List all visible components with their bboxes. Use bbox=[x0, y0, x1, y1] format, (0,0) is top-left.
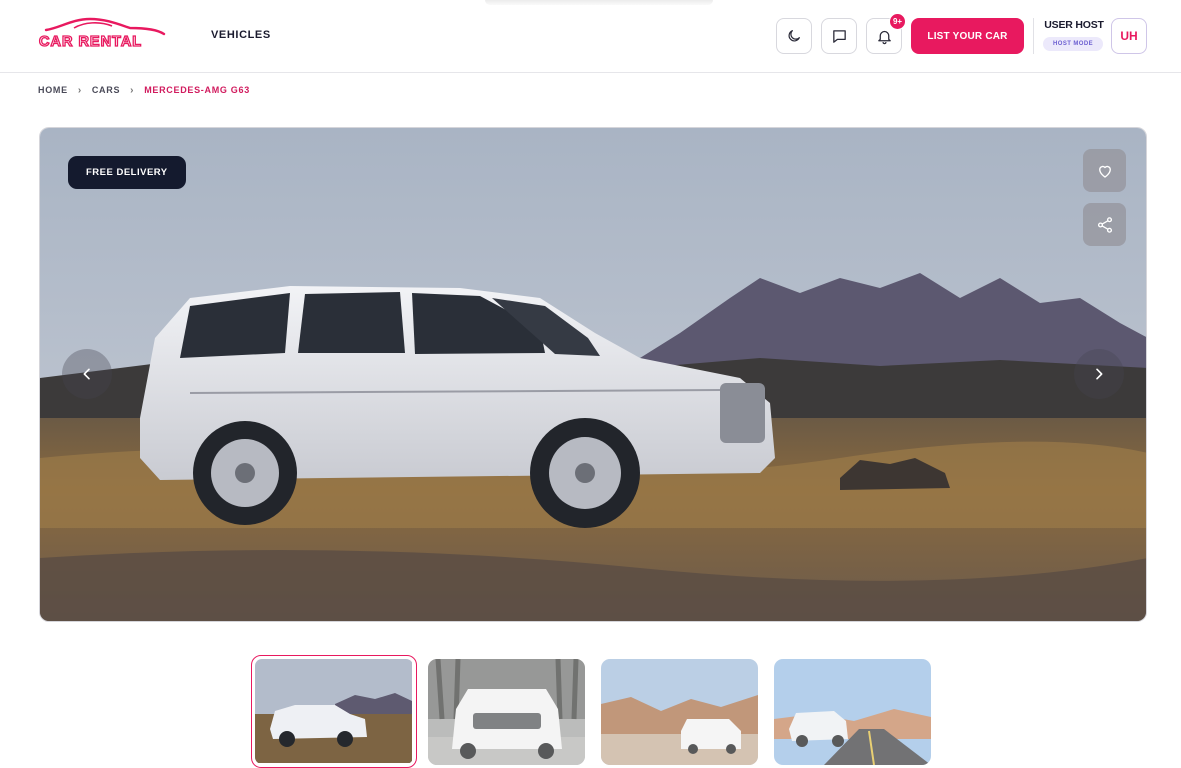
breadcrumb-cars[interactable]: CARS bbox=[92, 85, 120, 95]
notification-count-badge: 9+ bbox=[889, 13, 906, 30]
car-photo-canyon bbox=[601, 659, 758, 765]
next-image-button[interactable] bbox=[1074, 349, 1124, 399]
car-rental-logo[interactable]: CAR RENTAL bbox=[38, 16, 170, 48]
user-name: USER HOST bbox=[1044, 19, 1104, 31]
list-your-car-button[interactable]: LIST YOUR CAR bbox=[911, 18, 1024, 54]
messages-button[interactable] bbox=[821, 18, 857, 54]
thumbnail-3[interactable] bbox=[601, 659, 758, 765]
chevron-right-icon bbox=[1096, 368, 1103, 380]
top-scroll-indicator bbox=[485, 0, 713, 5]
host-mode-badge: HOST MODE bbox=[1043, 37, 1103, 51]
free-delivery-badge: FREE DELIVERY bbox=[68, 156, 186, 189]
thumbnail-4[interactable] bbox=[774, 659, 931, 765]
share-button[interactable] bbox=[1083, 203, 1126, 246]
logo-wordmark: CAR RENTAL bbox=[39, 34, 142, 48]
car-photo-road bbox=[774, 659, 931, 765]
car-photo-desert-side bbox=[255, 659, 412, 763]
share-icon bbox=[1097, 216, 1112, 233]
chevron-right-icon: › bbox=[130, 84, 135, 96]
moon-icon bbox=[788, 30, 800, 42]
message-square-icon bbox=[832, 29, 846, 43]
theme-toggle-button[interactable] bbox=[776, 18, 812, 54]
thumbnail-1[interactable] bbox=[251, 655, 417, 768]
hero-gallery: FREE DELIVERY bbox=[39, 127, 1147, 622]
favorite-button[interactable] bbox=[1083, 149, 1126, 192]
thumbnail-2[interactable] bbox=[428, 659, 585, 765]
chevron-right-icon: › bbox=[77, 84, 82, 96]
header-divider bbox=[1033, 18, 1034, 54]
car-main-photo bbox=[40, 128, 1146, 621]
notifications-button[interactable]: 9+ bbox=[866, 13, 906, 54]
bell-icon bbox=[877, 30, 891, 44]
car-photo-forest-front bbox=[428, 659, 585, 765]
breadcrumb: HOME › CARS › MERCEDES-AMG G63 bbox=[38, 84, 250, 96]
chevron-left-icon bbox=[83, 368, 90, 380]
breadcrumb-home[interactable]: HOME bbox=[38, 85, 68, 95]
previous-image-button[interactable] bbox=[62, 349, 112, 399]
nav-vehicles[interactable]: VEHICLES bbox=[211, 29, 271, 41]
breadcrumb-current: MERCEDES-AMG G63 bbox=[144, 85, 250, 95]
user-avatar[interactable]: UH bbox=[1111, 18, 1147, 54]
top-header: CAR RENTAL VEHICLES 9+ LIST YOUR CAR USE… bbox=[0, 0, 1181, 73]
heart-icon bbox=[1098, 165, 1111, 178]
